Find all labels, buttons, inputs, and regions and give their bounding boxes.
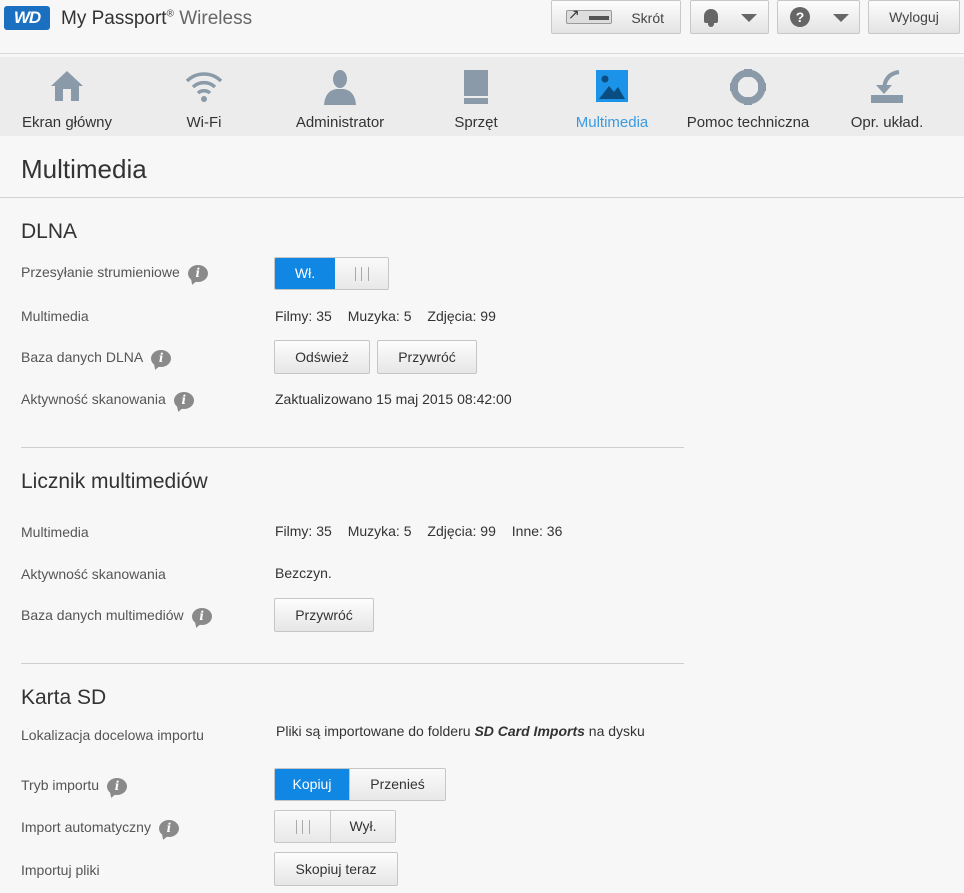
counter-media-counts: Filmy: 35 Muzyka: 5 Zdjęcia: 99 Inne: 36 [275, 523, 574, 539]
nav-label-admin: Administrator [295, 114, 385, 131]
info-icon[interactable]: i [173, 391, 194, 409]
dlna-scan-label: Aktywność skanowania i [21, 391, 194, 409]
nav-item-firmware[interactable]: Opr. układ. [837, 57, 937, 136]
dlna-photos-count: Zdjęcia: 99 [427, 308, 496, 324]
counter-restore-button[interactable]: Przywróć [274, 598, 374, 632]
dlna-films-count: Filmy: 35 [275, 308, 332, 324]
grip-icon [354, 267, 369, 282]
section-title-sd: Karta SD [21, 686, 107, 709]
sd-mode-label: Tryb importu i [21, 777, 128, 795]
dlna-music-count: Muzyka: 5 [347, 308, 412, 324]
nav-label-hardware: Sprzęt [454, 114, 498, 131]
nav-item-home[interactable]: Ekran główny [12, 57, 122, 136]
notifications-button[interactable] [690, 0, 769, 34]
toggle-grip[interactable] [275, 811, 330, 842]
counter-scan-label: Aktywność skanowania [21, 566, 166, 582]
dlna-scan-value: Zaktualizowano 15 maj 2015 08:42:00 [275, 391, 512, 407]
sd-location-label: Lokalizacja docelowa importu [21, 727, 204, 743]
section-title-counter: Licznik multimediów [21, 470, 208, 493]
toggle-grip[interactable] [335, 258, 388, 289]
help-button[interactable]: ? [777, 0, 860, 34]
dlna-refresh-button[interactable]: Odśwież [274, 340, 370, 374]
nav-label-multimedia: Multimedia [575, 114, 649, 131]
sd-files-label: Importuj pliki [21, 862, 100, 878]
info-icon[interactable]: i [107, 777, 128, 795]
nav-item-hardware[interactable]: Sprzęt [436, 57, 516, 136]
share-arrow-icon: ↗ [568, 6, 580, 22]
multimedia-icon [596, 70, 628, 102]
brand-main: My Passport [61, 8, 167, 29]
grip-icon [295, 820, 310, 835]
title-divider [0, 197, 964, 198]
dlna-media-label: Multimedia [21, 308, 89, 324]
info-icon[interactable]: i [151, 349, 172, 367]
info-icon[interactable]: i [191, 607, 212, 625]
dlna-db-label-text: Baza danych DLNA [21, 349, 144, 365]
auto-import-toggle[interactable]: Wył. [274, 810, 396, 843]
nav-label-firmware: Opr. układ. [850, 114, 924, 131]
auto-off-option[interactable]: Wył. [330, 811, 395, 842]
lifebuoy-icon [730, 69, 766, 105]
nav-label-wifi: Wi-Fi [186, 114, 222, 131]
chevron-down-icon [741, 14, 757, 22]
nav-item-wifi[interactable]: Wi-Fi [164, 57, 244, 136]
counter-db-label: Baza danych multimediów i [21, 607, 212, 625]
dlna-db-label: Baza danych DLNA i [21, 349, 172, 367]
counter-films-count: Filmy: 35 [275, 523, 332, 539]
streaming-toggle[interactable]: Wł. [274, 257, 389, 290]
shortcut-button[interactable]: ↗ Skrót [551, 0, 681, 34]
info-icon[interactable]: i [187, 264, 208, 282]
nav-label-home: Ekran główny [21, 114, 113, 131]
sd-location-folder: SD Card Imports [474, 723, 585, 739]
streaming-label-text: Przesyłanie strumieniowe [21, 264, 180, 280]
sd-auto-label-text: Import automatyczny [21, 819, 151, 835]
section-divider [21, 447, 684, 448]
sd-location-suffix: na dysku [584, 723, 645, 739]
streaming-label: Przesyłanie strumieniowe i [21, 264, 208, 282]
import-mode-toggle[interactable]: Kopiuj Przenieś [274, 768, 446, 801]
dlna-scan-label-text: Aktywność skanowania [21, 391, 166, 407]
section-title-dlna: DLNA [21, 220, 78, 243]
counter-music-count: Muzyka: 5 [347, 523, 412, 539]
counter-scan-value: Bezczyn. [275, 565, 332, 581]
sd-location-prefix: Pliki są importowane do folderu [276, 723, 475, 739]
product-name: My Passport® Wireless [61, 8, 252, 30]
shortcut-label: Skrót [631, 10, 664, 26]
brand-registered-mark: ® [166, 8, 174, 20]
top-bar: WD My Passport® Wireless ↗ Skrót ? Wylog… [0, 0, 964, 54]
brand-sub: Wireless [179, 8, 253, 29]
page-title: Multimedia [21, 154, 147, 184]
nav-item-multimedia[interactable]: Multimedia [562, 57, 662, 136]
firmware-icon [871, 70, 903, 103]
help-icon: ? [790, 7, 810, 27]
nav-label-support: Pomoc techniczna [686, 114, 810, 131]
mode-copy-option[interactable]: Kopiuj [275, 769, 349, 800]
info-icon[interactable]: i [158, 819, 179, 837]
chevron-down-icon [833, 14, 849, 22]
nav-item-admin[interactable]: Administrator [285, 57, 395, 136]
counter-media-label: Multimedia [21, 524, 89, 540]
sd-location-value: Pliki są importowane do folderu SD Card … [276, 723, 645, 739]
sd-mode-label-text: Tryb importu [21, 777, 100, 793]
counter-photos-count: Zdjęcia: 99 [427, 523, 496, 539]
user-icon [324, 70, 356, 105]
section-divider [21, 663, 684, 664]
sd-auto-label: Import automatyczny i [21, 819, 179, 837]
hardware-icon [464, 70, 488, 104]
dlna-media-counts: Filmy: 35 Muzyka: 5 Zdjęcia: 99 [275, 308, 508, 324]
wd-logo: WD [4, 6, 50, 30]
home-icon [51, 71, 83, 101]
mode-move-option[interactable]: Przenieś [349, 769, 445, 800]
streaming-on-option[interactable]: Wł. [275, 258, 335, 289]
main-nav: Ekran główny Wi-Fi Administrator Sprzęt … [0, 57, 964, 136]
copy-now-button[interactable]: Skopiuj teraz [274, 852, 398, 886]
logout-button[interactable]: Wyloguj [868, 0, 960, 34]
counter-db-label-text: Baza danych multimediów [21, 607, 184, 623]
bell-icon [703, 8, 719, 27]
dlna-restore-button[interactable]: Przywróć [377, 340, 477, 374]
wifi-icon [185, 72, 223, 102]
counter-other-count: Inne: 36 [511, 523, 563, 539]
nav-item-support[interactable]: Pomoc techniczna [683, 57, 813, 136]
